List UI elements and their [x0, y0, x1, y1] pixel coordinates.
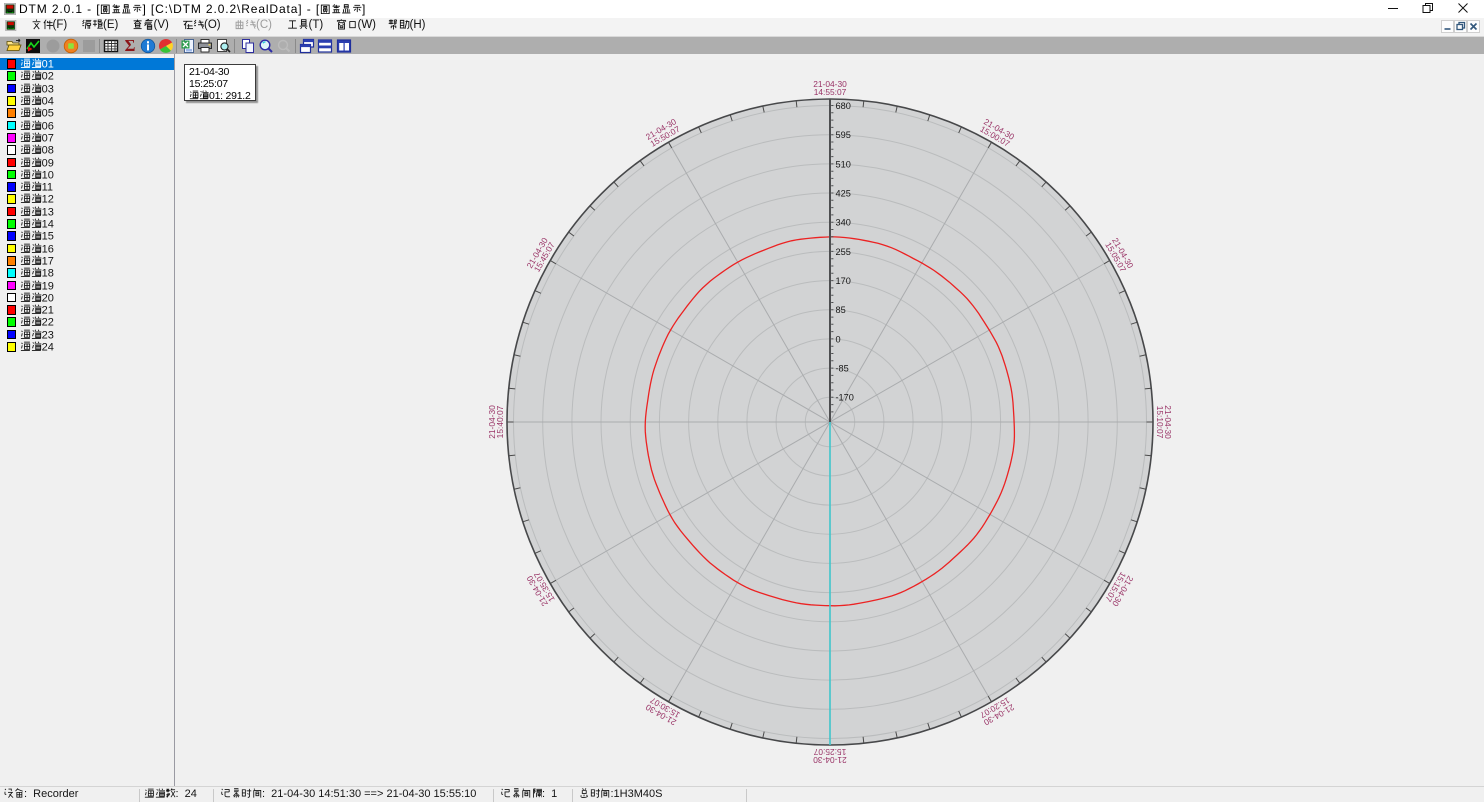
svg-text:85: 85 [836, 305, 846, 315]
svg-text:15:10:07: 15:10:07 [1155, 406, 1165, 439]
svg-text:170: 170 [836, 276, 851, 286]
svg-text:-85: -85 [836, 364, 849, 374]
svg-text:Σ: Σ [124, 38, 135, 54]
svg-text:255: 255 [836, 247, 851, 257]
svg-text:680: 680 [836, 101, 851, 111]
svg-text:14:55:07: 14:55:07 [814, 87, 847, 97]
svg-text:15:40:07: 15:40:07 [495, 405, 505, 438]
svg-text:15:25:07: 15:25:07 [813, 747, 846, 757]
svg-text:-170: -170 [836, 393, 854, 403]
svg-text:510: 510 [836, 159, 851, 169]
svg-text:425: 425 [836, 188, 851, 198]
svg-text:595: 595 [836, 130, 851, 140]
svg-text:340: 340 [836, 218, 851, 228]
svg-text:0: 0 [836, 334, 841, 344]
